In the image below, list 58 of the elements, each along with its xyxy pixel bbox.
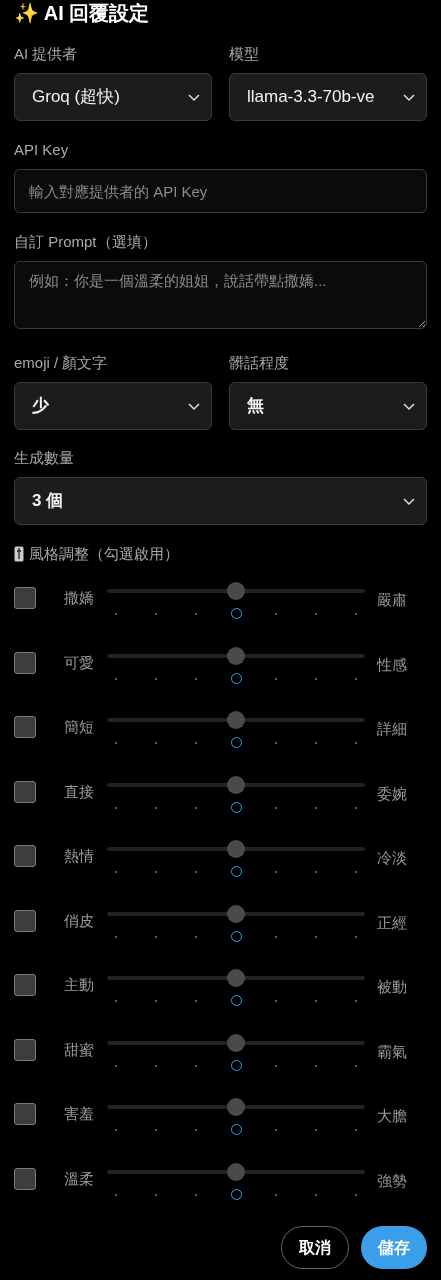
dropdown-select[interactable]: Groq (超快) <box>14 73 212 121</box>
dropdown-select[interactable]: llama-3.3-70b-ve <box>229 73 427 121</box>
slider-thumb[interactable] <box>227 775 245 794</box>
slider-thumb[interactable] <box>227 1162 245 1181</box>
style-right-label: 霸氣 <box>377 1041 407 1062</box>
style-left-label: 俏皮 <box>64 910 95 931</box>
style-right-label: 冷淡 <box>377 848 407 868</box>
field-label: 模型 <box>229 44 260 64</box>
sword-icon <box>14 546 24 562</box>
slider-thumb[interactable] <box>227 582 245 600</box>
dropdown-select[interactable]: 3 個 <box>14 477 427 525</box>
checkbox[interactable] <box>14 845 36 867</box>
style-right-label: 強勢 <box>377 1170 407 1191</box>
checkbox[interactable] <box>14 651 36 674</box>
cancel-button[interactable]: 取消 <box>281 1226 349 1269</box>
style-left-label: 撒嬌 <box>64 588 95 608</box>
field-label: 髒話程度 <box>229 353 290 373</box>
api-key-field[interactable]: 輸入對應提供者的 API Key <box>14 169 427 213</box>
style-left-label: 甜蜜 <box>64 1039 95 1060</box>
prompt-field[interactable]: 例如：你是一個溫柔的姐姐，說話帶點撒嬌... <box>14 261 427 329</box>
field-label: 自訂 Prompt（選填） <box>14 232 158 252</box>
field-label: AI 提供者 <box>14 44 79 64</box>
checkbox[interactable] <box>14 1038 36 1061</box>
checkbox[interactable] <box>14 587 36 609</box>
checkbox[interactable] <box>14 1103 36 1125</box>
checkbox[interactable] <box>14 909 36 932</box>
slider-thumb[interactable] <box>227 1033 245 1052</box>
slider-thumb[interactable] <box>227 1098 245 1116</box>
style-right-label: 大膽 <box>377 1106 407 1126</box>
field-label: emoji / 顏文字 <box>14 353 109 373</box>
style-left-label: 直接 <box>64 781 95 802</box>
style-left-label: 熱情 <box>64 846 95 866</box>
slider-thumb[interactable] <box>227 904 245 923</box>
slider-thumb[interactable] <box>227 969 245 987</box>
dropdown-select[interactable]: 無 <box>229 382 427 430</box>
section-heading: 風格調整（勾選啟用） <box>29 543 179 564</box>
style-right-label: 正經 <box>377 912 407 933</box>
style-left-label: 害羞 <box>64 1104 95 1124</box>
checkbox[interactable] <box>14 716 36 738</box>
slider-thumb[interactable] <box>227 711 245 729</box>
style-left-label: 可愛 <box>64 652 95 673</box>
slider-thumb[interactable] <box>227 840 245 858</box>
field-label: API Key <box>14 140 70 160</box>
checkbox[interactable] <box>14 1167 36 1190</box>
style-left-label: 簡短 <box>64 717 95 737</box>
dropdown-select[interactable]: 少 <box>14 382 212 430</box>
style-right-label: 嚴肅 <box>377 590 407 610</box>
slider-thumb[interactable] <box>227 646 245 665</box>
checkbox[interactable] <box>14 780 36 803</box>
field-label: 生成數量 <box>14 448 75 468</box>
page-title: ✨ AI 回覆設定 <box>14 1 151 26</box>
style-right-label: 被動 <box>377 977 407 997</box>
checkbox[interactable] <box>14 974 36 996</box>
style-right-label: 性感 <box>377 654 407 675</box>
style-right-label: 委婉 <box>377 783 407 804</box>
style-right-label: 詳細 <box>377 719 407 739</box>
style-left-label: 主動 <box>64 975 95 995</box>
style-left-label: 溫柔 <box>64 1168 95 1189</box>
